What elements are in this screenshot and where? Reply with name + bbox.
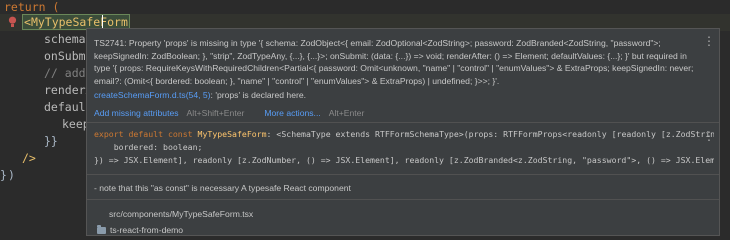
return-keyword: return ( — [4, 0, 60, 14]
declaration-note: : 'props' is declared here. — [210, 90, 307, 101]
lightbulb-error-icon[interactable] — [8, 16, 17, 28]
code-line-11: ) — [8, 168, 15, 182]
project-name: ts-react-from-demo — [110, 225, 184, 235]
code-line-9: }} — [44, 134, 58, 148]
popup-divider-2 — [87, 174, 719, 175]
source-file-path: src/components/MyTypeSafeForm.tsx — [109, 209, 254, 219]
error-message: TS2741: Property 'props' is missing in t… — [94, 37, 694, 102]
code-line-12: } — [0, 168, 7, 182]
more-actions-shortcut: Alt+Enter — [328, 108, 365, 118]
code-line-10: /> — [22, 151, 36, 165]
error-tooltip-popup[interactable]: ⋮ TS2741: Property 'props' is missing in… — [86, 28, 720, 236]
popup-divider-3 — [87, 199, 719, 200]
add-missing-shortcut: Alt+Shift+Enter — [186, 108, 245, 118]
project-row: ts-react-from-demo — [97, 224, 184, 235]
declaration-file-link[interactable]: createSchemaForm.d.ts(54, 5) — [94, 90, 211, 100]
code-editor[interactable]: return ( <MyTypeSafeForm schema={ onSubm… — [0, 0, 730, 240]
error-message-text: TS2741: Property 'props' is missing in t… — [94, 38, 694, 86]
jsx-tag-name[interactable]: MyTypeSafeForm — [31, 15, 128, 29]
more-actions-link[interactable]: More actions... — [264, 108, 320, 118]
quick-fix-actions: Add missing attributes Alt+Shift+Enter Mor… — [94, 108, 384, 118]
popup-menu-icon[interactable]: ⋮ — [703, 35, 715, 47]
folder-icon — [97, 224, 106, 234]
type-declaration: export default const MyTypeSafeForm: <Sc… — [94, 129, 714, 165]
doc-comment: - note that this "as const" is necessary… — [94, 183, 351, 193]
popup-divider — [87, 122, 719, 123]
add-missing-attributes-link[interactable]: Add missing attributes — [94, 108, 179, 118]
